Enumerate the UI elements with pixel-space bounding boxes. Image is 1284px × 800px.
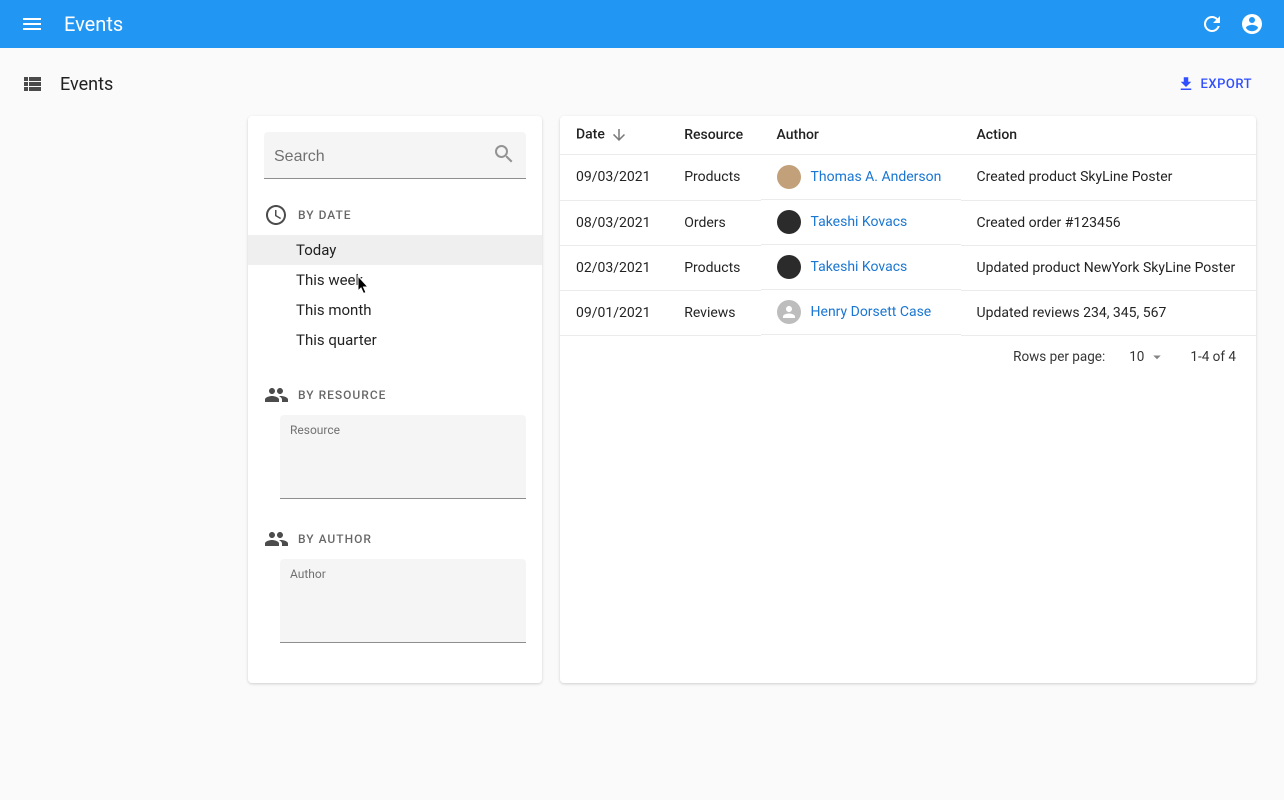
rows-per-page-label: Rows per page: (1013, 349, 1105, 365)
cell-date: 09/01/2021 (560, 290, 668, 335)
cell-resource: Products (668, 155, 760, 201)
refresh-icon (1200, 12, 1224, 36)
cell-action: Updated product NewYork SkyLine Poster (961, 245, 1257, 290)
author-link[interactable]: Thomas A. Anderson (811, 169, 942, 185)
avatar (777, 300, 801, 324)
col-action[interactable]: Action (961, 116, 1257, 155)
cell-author: Thomas A. Anderson (761, 155, 961, 200)
author-link[interactable]: Takeshi Kovacs (811, 214, 908, 230)
table-row[interactable]: 09/03/2021Products Thomas A. Anderson Crea… (560, 155, 1256, 201)
filter-by-author-header: BY AUTHOR (298, 532, 372, 546)
events-table: Date Resource Author Action 09/03/2021Pr… (560, 116, 1256, 683)
author-link[interactable]: Takeshi Kovacs (811, 259, 908, 275)
cell-author: Takeshi Kovacs (761, 245, 961, 290)
cell-author: Takeshi Kovacs (761, 200, 961, 245)
clock-icon (264, 203, 288, 227)
date-filter-item[interactable]: This week (248, 265, 542, 295)
cell-resource: Orders (668, 200, 760, 245)
cell-resource: Reviews (668, 290, 760, 335)
account-button[interactable] (1232, 4, 1272, 44)
avatar (777, 210, 801, 234)
people-icon (264, 527, 288, 551)
date-filter-item[interactable]: Today (248, 235, 542, 265)
page-header: Events EXPORT (0, 48, 1284, 108)
download-icon (1177, 75, 1195, 93)
cell-date: 08/03/2021 (560, 200, 668, 245)
table-row[interactable]: 08/03/2021Orders Takeshi Kovacs Created or… (560, 200, 1256, 245)
dropdown-icon (1148, 348, 1166, 366)
date-filter-item[interactable]: This month (248, 295, 542, 325)
appbar: Events (0, 0, 1284, 48)
cell-date: 09/03/2021 (560, 155, 668, 201)
cell-resource: Products (668, 245, 760, 290)
date-filter-item[interactable]: This quarter (248, 325, 542, 355)
export-label: EXPORT (1201, 77, 1252, 92)
avatar (777, 255, 801, 279)
account-circle-icon (1240, 12, 1264, 36)
author-filter-label: Author (290, 567, 516, 581)
pagination-range: 1-4 of 4 (1190, 349, 1236, 365)
avatar (777, 165, 801, 189)
col-resource[interactable]: Resource (668, 116, 760, 155)
search-icon (492, 142, 516, 170)
view-list-icon (20, 72, 44, 96)
export-button[interactable]: EXPORT (1177, 75, 1252, 93)
cell-action: Created product SkyLine Poster (961, 155, 1257, 201)
page-title: Events (60, 74, 113, 95)
table-row[interactable]: 02/03/2021Products Takeshi Kovacs Updated … (560, 245, 1256, 290)
search-input[interactable] (264, 132, 526, 179)
filter-by-resource-header: BY RESOURCE (298, 388, 386, 402)
appbar-title: Events (64, 12, 123, 36)
filter-by-resource: BY RESOURCE Resource (264, 383, 526, 499)
arrow-down-icon (610, 126, 628, 144)
author-filter-input[interactable]: Author (280, 559, 526, 643)
menu-button[interactable] (12, 4, 52, 44)
refresh-button[interactable] (1192, 4, 1232, 44)
author-link[interactable]: Henry Dorsett Case (811, 304, 932, 320)
people-icon (264, 383, 288, 407)
resource-filter-input[interactable]: Resource (280, 415, 526, 499)
filter-by-date-header: BY DATE (298, 208, 352, 222)
resource-filter-label: Resource (290, 423, 516, 437)
rows-per-page-select[interactable]: 10 (1129, 348, 1166, 366)
filter-by-date: BY DATE TodayThis weekThis monthThis qua… (264, 203, 526, 355)
filters-panel: BY DATE TodayThis weekThis monthThis qua… (248, 116, 542, 683)
col-date[interactable]: Date (560, 116, 668, 155)
pagination: Rows per page: 10 1-4 of 4 (560, 336, 1256, 382)
cell-action: Updated reviews 234, 345, 567 (961, 290, 1257, 335)
filter-by-author: BY AUTHOR Author (264, 527, 526, 643)
hamburger-icon (20, 12, 44, 36)
table-row[interactable]: 09/01/2021Reviews Henry Dorsett Case Updat… (560, 290, 1256, 335)
cell-author: Henry Dorsett Case (761, 290, 961, 335)
cell-action: Created order #123456 (961, 200, 1257, 245)
cell-date: 02/03/2021 (560, 245, 668, 290)
col-author[interactable]: Author (761, 116, 961, 155)
